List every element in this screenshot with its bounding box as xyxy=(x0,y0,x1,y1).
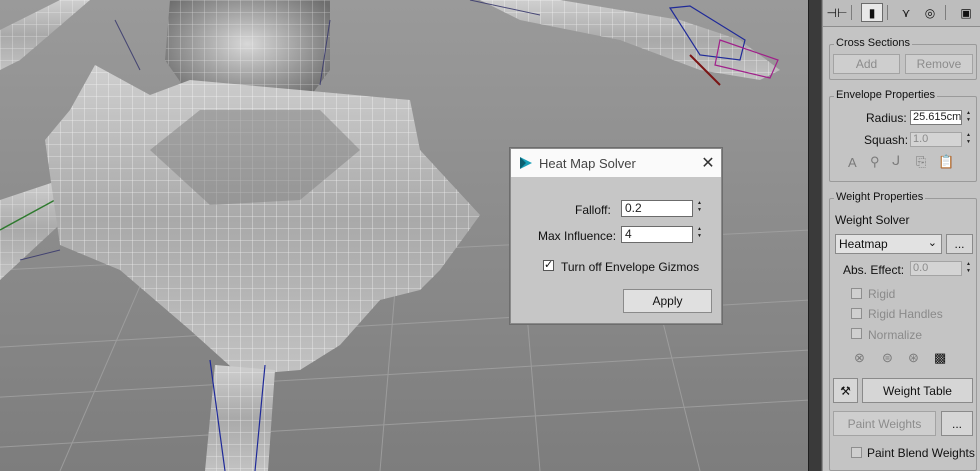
add-cross-section-button[interactable]: Add xyxy=(833,54,900,74)
envelope-properties-title: Envelope Properties xyxy=(834,89,938,101)
turn-off-gizmos-label: Turn off Envelope Gizmos xyxy=(561,260,700,274)
skirt-mesh xyxy=(45,65,480,375)
paint-blend-weights-label: Paint Blend Weights xyxy=(867,446,975,460)
rigid-handles-label: Rigid Handles xyxy=(868,307,943,321)
weight-solver-label: Weight Solver xyxy=(835,213,910,227)
display-icon[interactable]: ▣ xyxy=(955,3,977,22)
chevron-down-icon: ⌄ xyxy=(927,237,937,249)
leg-mesh xyxy=(205,359,275,471)
paint-options-button[interactable]: ... xyxy=(941,411,973,436)
paint-weights-button[interactable]: Paint Weights xyxy=(833,411,936,436)
weight-tool-2-icon[interactable]: ⊜ xyxy=(882,350,893,366)
weight-table-button[interactable]: Weight Table xyxy=(862,378,973,403)
modify-icon[interactable]: ▮ xyxy=(861,3,883,22)
weight-tool-3-icon[interactable]: ⊛ xyxy=(908,350,919,366)
cross-sections-title: Cross Sections xyxy=(834,37,912,49)
abs-effect-label: Abs. Effect: xyxy=(843,263,905,277)
max-influence-field[interactable]: 4 xyxy=(621,226,693,243)
app-logo-icon xyxy=(520,157,532,169)
cross-sections-group: Cross Sections Add Remove xyxy=(829,37,977,80)
envelope-properties-group: Envelope Properties Radius: 25.615cm ▲ ▼ … xyxy=(829,89,977,182)
max-influence-spinner[interactable]: ▲ ▼ xyxy=(695,226,704,241)
command-panel-toolbar: ⊣⊢ ▮ ⋎ ◎ ▣ xyxy=(823,0,980,27)
abs-effect-field[interactable]: 0.0 xyxy=(910,261,962,276)
squash-field[interactable]: 1.0 xyxy=(910,132,962,147)
clapper-icon[interactable]: ▩ xyxy=(934,350,946,366)
weight-properties-title: Weight Properties xyxy=(834,191,926,203)
turn-off-gizmos-checkbox[interactable] xyxy=(543,258,554,271)
absolute-icon[interactable]: A xyxy=(848,155,857,170)
hierarchy-icon[interactable]: ⋎ xyxy=(895,3,917,22)
rigid-checkbox[interactable] xyxy=(851,288,862,299)
remove-cross-section-button[interactable]: Remove xyxy=(905,54,973,74)
solver-options-button[interactable]: ... xyxy=(946,234,973,254)
normalize-label: Normalize xyxy=(868,328,923,342)
falloff-label: Falloff: xyxy=(575,203,611,217)
paste-icon[interactable]: 📋 xyxy=(938,154,954,170)
weight-tool-icon[interactable]: ⊗ xyxy=(854,350,865,366)
motion-icon[interactable]: ◎ xyxy=(919,3,941,22)
squash-spinner[interactable]: ▲ ▼ xyxy=(964,132,973,147)
weight-properties-group: Weight Properties Weight Solver Heatmap … xyxy=(829,191,977,471)
link-icon[interactable]: ⚲ xyxy=(870,154,880,170)
pin-icon[interactable]: ⊣⊢ xyxy=(826,3,848,22)
toolbar-separator xyxy=(945,5,946,20)
falloff-spinner[interactable]: ▲ ▼ xyxy=(695,200,704,215)
right-arm-mesh xyxy=(480,0,780,86)
normalize-checkbox[interactable] xyxy=(851,328,862,339)
abs-effect-spinner[interactable]: ▲ ▼ xyxy=(964,261,973,276)
heat-map-solver-dialog: Heat Map Solver ✕ Falloff: 0.2 ▲ ▼ Max In… xyxy=(510,148,722,324)
apply-button[interactable]: Apply xyxy=(623,289,712,313)
copy-icon[interactable]: ⎘ xyxy=(916,154,926,170)
command-panel: ⊣⊢ ▮ ⋎ ◎ ▣ Cross Sections Add Remove Env… xyxy=(822,0,980,471)
toolbar-separator xyxy=(851,5,852,20)
max-influence-label: Max Influence: xyxy=(538,229,617,243)
weight-solver-dropdown[interactable]: Heatmap ⌄ xyxy=(835,234,942,254)
rigid-handles-checkbox[interactable] xyxy=(851,308,862,319)
rigid-label: Rigid xyxy=(868,287,896,301)
radius-label: Radius: xyxy=(866,111,907,125)
radius-field[interactable]: 25.615cm xyxy=(910,110,962,125)
radius-spinner[interactable]: ▲ ▼ xyxy=(964,110,973,125)
toolbar-separator xyxy=(887,5,888,20)
viewport-panel-divider[interactable] xyxy=(808,0,822,471)
close-icon[interactable]: ✕ xyxy=(699,154,717,172)
dialog-title: Heat Map Solver xyxy=(539,156,636,171)
falloff-field[interactable]: 0.2 xyxy=(621,200,693,217)
wrench-icon[interactable]: ⚒ xyxy=(833,378,858,403)
weight-solver-value: Heatmap xyxy=(839,237,888,251)
squash-label: Squash: xyxy=(864,133,909,147)
falloff-curve-icon[interactable]: ᒍ xyxy=(892,153,900,169)
dialog-title-bar[interactable]: Heat Map Solver ✕ xyxy=(511,149,721,177)
paint-blend-weights-checkbox[interactable] xyxy=(851,447,862,458)
